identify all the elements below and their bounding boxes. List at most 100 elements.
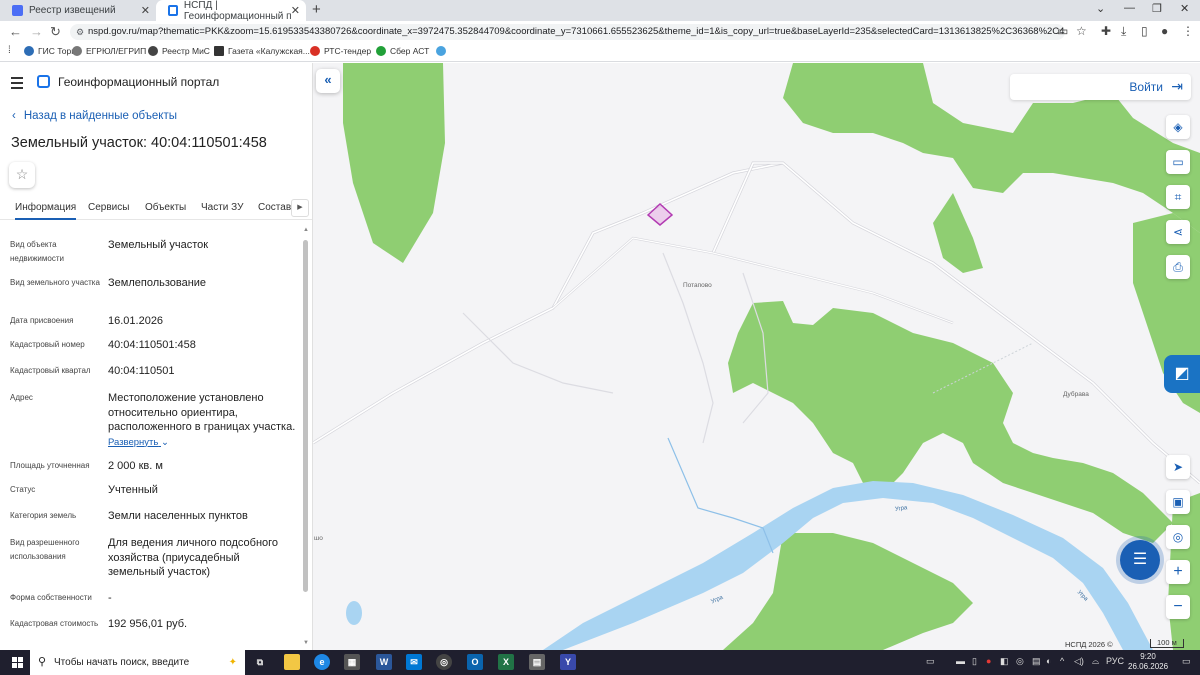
file-explorer-icon[interactable] [284,654,300,670]
tray-app-icon[interactable]: ▭ [926,656,935,667]
bookmark-extra[interactable] [436,46,450,56]
attr-value: 192 956,01 руб. [108,618,188,630]
bookmark-rts-tender[interactable]: РТС-тендер [310,46,371,56]
measure-button[interactable]: ▭ [1166,150,1190,174]
extensions-icon[interactable]: ✚ [1101,24,1111,38]
url-field[interactable]: ⚙ nspd.gov.ru/map?thematic=PKK&zoom=15.6… [70,24,1065,40]
excel-icon[interactable]: X [498,654,514,670]
zoom-out-button[interactable]: − [1166,595,1190,619]
tray-app-icon[interactable]: ◐ [1046,656,1051,666]
layers-button[interactable]: ◈ [1166,115,1190,139]
hamburger-menu-icon[interactable] [11,77,23,92]
tab-services[interactable]: Сервисы [88,202,129,213]
scroll-down-icon[interactable]: ▼ [303,640,309,646]
tabs-scroll-right-icon[interactable]: ▶ [291,199,309,217]
task-view-icon[interactable]: ⧉ [252,654,268,670]
attr-value: Земельный участок [108,239,209,251]
notifications-icon[interactable]: ▭ [1182,656,1191,667]
windows-start-icon[interactable] [12,657,23,668]
tray-app-icon[interactable]: ▤ [1032,656,1041,667]
language-indicator[interactable]: РУС [1106,656,1124,666]
browser-tab-nspd[interactable]: НСПД | Геоинформационный п ✕ [156,0,306,22]
word-icon[interactable]: W [376,654,392,670]
login-button[interactable]: Войти ⇥ [1010,74,1191,100]
zoom-in-button[interactable]: + [1166,560,1190,584]
tab-information[interactable]: Информация [15,202,77,220]
tab-title: НСПД | Геоинформационный п [183,0,292,22]
site-info-icon[interactable]: ⚙ [76,24,84,40]
apps-icon[interactable]: ⁞ [8,45,11,56]
back-arrow-icon[interactable]: ← [9,24,22,39]
assistant-icon: ◩ [1174,365,1190,382]
bookmark-gazeta[interactable]: Газета «Калужская... [214,46,310,56]
sber-icon [376,46,386,56]
reestr-mis-icon [148,46,158,56]
map-label-dubrava: Дубрава [1063,391,1089,398]
gis-torgi-icon [24,46,34,56]
forest-area [933,193,983,273]
profile-avatar-icon[interactable]: ● [1161,24,1168,38]
scroll-up-icon[interactable]: ▲ [303,227,309,233]
close-tab-icon[interactable]: ✕ [291,4,300,17]
tab-parts[interactable]: Части ЗУ [201,202,243,213]
volume-icon[interactable]: ◁) [1074,656,1084,667]
outlook-icon[interactable]: O [467,654,483,670]
bookmark-gis-torgi[interactable]: ГИС Торги [24,46,79,56]
select-area-button[interactable]: ⌗ [1166,185,1190,209]
close-window-icon[interactable]: ✕ [1180,2,1189,15]
bookmark-extra-icon [436,46,446,56]
show-hidden-icon[interactable]: ^ [1060,656,1064,666]
print-button[interactable]: ⎙ [1166,255,1190,279]
bookmark-reestr-mis[interactable]: Реестр МиС [148,46,210,56]
cast-icon[interactable]: ▭ [1057,24,1068,38]
yandex-browser-icon[interactable]: Y [560,654,576,670]
bookmark-egrul[interactable]: ЕГРЮЛ/ЕГРИП [72,46,146,56]
store-icon[interactable]: ▦ [344,654,360,670]
expand-address-link[interactable]: Развернуть ⌄ [108,436,298,451]
tray-app-icon[interactable]: ● [986,656,991,666]
edge-browser-icon[interactable]: e [314,654,330,670]
search-location-button[interactable]: ◎ [1166,525,1190,549]
tab-composition[interactable]: Состав [258,202,291,213]
minimize-icon[interactable]: — [1124,2,1135,14]
bookmark-star-icon[interactable]: ☆ [1076,24,1087,38]
close-tab-icon[interactable]: ✕ [141,4,150,17]
tray-app-icon[interactable]: ◎ [1016,656,1024,667]
panel-scrollbar[interactable] [303,240,308,592]
network-icon[interactable]: ⌓ [1092,656,1099,667]
new-tab-icon[interactable]: + [312,1,321,18]
calculator-icon[interactable]: ▤ [529,654,545,670]
menu-dots-icon[interactable]: ⋮ [1182,24,1194,38]
tray-app-icon[interactable]: ◧ [1000,656,1009,667]
tab-objects[interactable]: Объекты [145,202,186,213]
layers-icon: ◈ [1173,120,1183,134]
side-panel-icon[interactable]: ▯ [1141,24,1148,38]
share-button[interactable]: ⋖ [1166,220,1190,244]
bookmark-sber-ast[interactable]: Сбер АСТ [376,46,429,56]
tab-search-icon[interactable]: ⌄ [1096,2,1105,15]
attr-label: Кадастровый номер [10,340,85,349]
mail-icon[interactable]: ✉ [406,654,422,670]
assistant-button[interactable]: ◩ [1164,355,1200,393]
browser-tab-registry[interactable]: Реестр извещений ✕ [0,0,156,21]
track [462,312,614,394]
back-to-results-link[interactable]: ‹ Назад в найденные объекты [12,110,177,122]
search-location-icon: ◎ [1172,530,1184,544]
map-canvas[interactable]: Потапово Дубрава Угра Угра Угра шо [313,63,1200,650]
windows-taskbar: ⚲ Чтобы начать поиск, введите ✦ ⧉ e ▦ W … [0,650,1200,675]
attr-label: Статус [10,485,36,494]
download-icon[interactable]: ⤓ [1121,24,1126,39]
maximize-icon[interactable]: ❐ [1152,2,1162,15]
collapse-panel-button[interactable]: « [316,69,340,93]
basemap-button[interactable]: ▣ [1166,490,1190,514]
geolocation-button[interactable]: ➤ [1166,455,1190,479]
tray-app-icon[interactable]: ▬ [956,656,965,666]
taskbar-search-field[interactable]: ⚲ Чтобы начать поиск, введите ✦ [30,650,245,675]
chat-button[interactable]: ☰ [1120,540,1160,580]
favorite-star-icon[interactable]: ☆ [9,162,35,188]
tray-app-icon[interactable]: ▯ [972,656,977,667]
system-clock[interactable]: 9:20 26.06.2026 [1128,652,1168,672]
chrome-icon[interactable]: ◎ [436,654,452,670]
forward-arrow-icon[interactable]: → [30,24,43,39]
reload-icon[interactable]: ↻ [50,24,61,40]
